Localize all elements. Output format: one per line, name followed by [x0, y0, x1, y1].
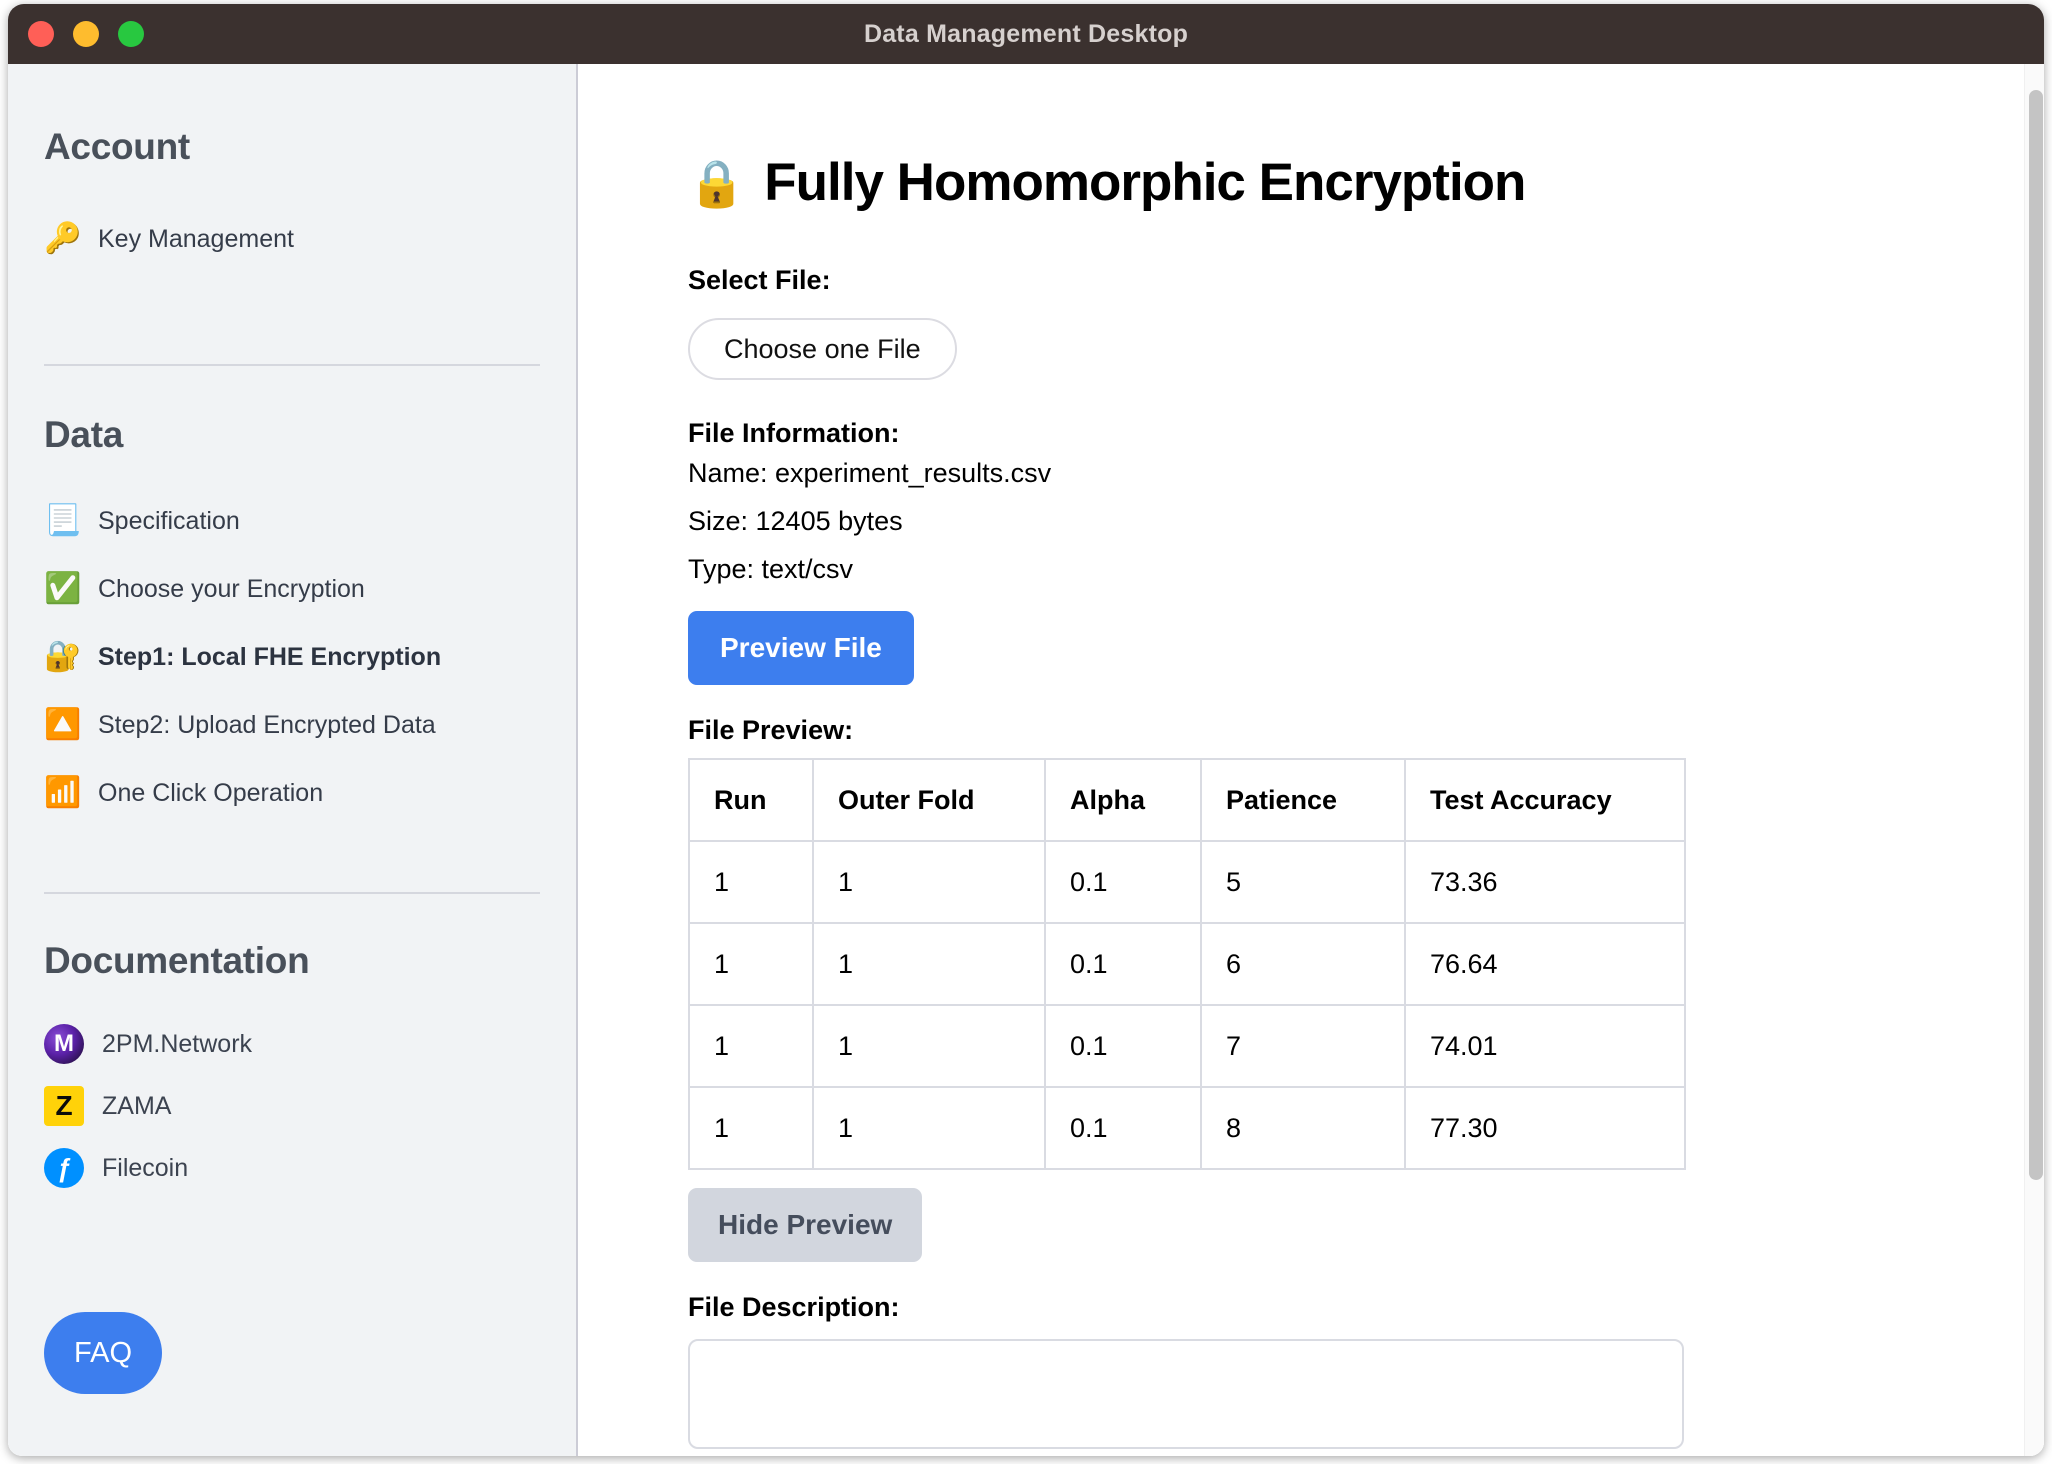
sidebar-item-step1-local-fhe-encryption[interactable]: 🔐 Step1: Local FHE Encryption	[44, 638, 540, 676]
file-preview-label: File Preview:	[688, 715, 854, 745]
cell-test-accuracy: 73.36	[1404, 840, 1686, 924]
sidebar-section-title-account: Account	[44, 126, 190, 167]
window-body: Account 🔑 Key Management Data 📃 Specific…	[8, 64, 2044, 1456]
sidebar-link-filecoin[interactable]: ƒ Filecoin	[44, 1148, 540, 1188]
key-icon: 🔑	[44, 222, 82, 255]
faq-button[interactable]: FAQ	[44, 1312, 162, 1394]
sidebar-section-title-data: Data	[44, 414, 123, 455]
2pm-network-logo-icon: M	[44, 1024, 84, 1064]
sidebar-item-step2-upload-encrypted-data[interactable]: 🔼 Step2: Upload Encrypted Data	[44, 706, 540, 744]
sidebar-link-2pm-network[interactable]: M 2PM.Network	[44, 1024, 540, 1064]
sidebar-item-label: One Click Operation	[98, 778, 324, 807]
file-type-value: Type: text/csv	[688, 554, 854, 584]
file-name-value: Name: experiment_results.csv	[688, 458, 1052, 488]
choose-file-button[interactable]: Choose one File	[688, 318, 957, 380]
window-title: Data Management Desktop	[863, 19, 1189, 48]
cell-patience: 7	[1200, 1004, 1406, 1088]
table-row: 1 1 0.1 7 74.01	[688, 1004, 1686, 1088]
desktop-background: Data Management Desktop Account 🔑 Key Ma…	[0, 0, 2052, 1464]
table-row: 1 1 0.1 6 76.64	[688, 922, 1686, 1006]
cell-run: 1	[688, 840, 814, 924]
cell-outer-fold: 1	[812, 840, 1046, 924]
cell-test-accuracy: 77.30	[1404, 1086, 1686, 1170]
file-information-label: File Information:	[688, 418, 900, 448]
sidebar-item-choose-your-encryption[interactable]: ✅ Choose your Encryption	[44, 570, 540, 608]
sidebar-item-specification[interactable]: 📃 Specification	[44, 502, 540, 540]
cell-alpha: 0.1	[1044, 840, 1202, 924]
window-titlebar: Data Management Desktop	[8, 4, 2044, 64]
file-description-input[interactable]	[688, 1339, 1684, 1449]
main-scrollbar-track[interactable]	[2024, 64, 2044, 1456]
cell-outer-fold: 1	[812, 1086, 1046, 1170]
table-row: 1 1 0.1 8 77.30	[688, 1086, 1686, 1170]
sidebar-item-label: Choose your Encryption	[98, 574, 365, 603]
sidebar: Account 🔑 Key Management Data 📃 Specific…	[8, 64, 578, 1456]
cell-run: 1	[688, 1004, 814, 1088]
file-size-value: Size: 12405 bytes	[688, 506, 903, 536]
sidebar-item-label: Step1: Local FHE Encryption	[98, 642, 442, 671]
document-icon: 📃	[44, 504, 82, 537]
sidebar-link-label: 2PM.Network	[102, 1029, 253, 1058]
file-description-label: File Description:	[688, 1292, 900, 1322]
hide-preview-button[interactable]: Hide Preview	[688, 1188, 923, 1262]
zama-logo-icon: Z	[44, 1086, 84, 1126]
cell-test-accuracy: 76.64	[1404, 922, 1686, 1006]
cell-alpha: 0.1	[1044, 1086, 1202, 1170]
column-header-run: Run	[688, 758, 814, 842]
sidebar-item-label: Key Management	[98, 224, 294, 253]
cell-outer-fold: 1	[812, 922, 1046, 1006]
table-header-row: Run Outer Fold Alpha Patience Test Accur…	[688, 758, 1686, 842]
cell-run: 1	[688, 922, 814, 1006]
upload-icon: 🔼	[44, 708, 82, 741]
maximize-window-button[interactable]	[118, 21, 144, 47]
table-row: 1 1 0.1 5 73.36	[688, 840, 1686, 924]
column-header-test-accuracy: Test Accuracy	[1404, 758, 1686, 842]
column-header-patience: Patience	[1200, 758, 1406, 842]
page-title-text: Fully Homomorphic Encryption	[764, 153, 1526, 212]
filecoin-logo-icon: ƒ	[44, 1148, 84, 1188]
check-mark-icon: ✅	[44, 572, 82, 605]
preview-file-button[interactable]: Preview File	[688, 611, 914, 685]
minimize-window-button[interactable]	[73, 21, 99, 47]
main-scrollbar-thumb[interactable]	[2029, 90, 2043, 1180]
select-file-label: Select File:	[688, 265, 831, 295]
sidebar-section-title-documentation: Documentation	[44, 940, 310, 981]
cell-outer-fold: 1	[812, 1004, 1046, 1088]
cell-patience: 6	[1200, 922, 1406, 1006]
locked-with-key-icon: 🔐	[44, 640, 82, 673]
cell-alpha: 0.1	[1044, 1004, 1202, 1088]
cell-run: 1	[688, 1086, 814, 1170]
sidebar-item-key-management[interactable]: 🔑 Key Management	[44, 220, 540, 258]
column-header-outer-fold: Outer Fold	[812, 758, 1046, 842]
cell-test-accuracy: 74.01	[1404, 1004, 1686, 1088]
sidebar-link-zama[interactable]: Z ZAMA	[44, 1086, 540, 1126]
cell-alpha: 0.1	[1044, 922, 1202, 1006]
sidebar-item-label: Step2: Upload Encrypted Data	[98, 710, 436, 739]
sidebar-item-one-click-operation[interactable]: 📶 One Click Operation	[44, 774, 540, 812]
wifi-icon: 📶	[44, 776, 82, 809]
sidebar-link-label: ZAMA	[102, 1091, 172, 1120]
file-preview-table: Run Outer Fold Alpha Patience Test Accur…	[688, 758, 1686, 1170]
app-window: Data Management Desktop Account 🔑 Key Ma…	[8, 4, 2044, 1456]
sidebar-link-label: Filecoin	[102, 1153, 189, 1182]
cell-patience: 8	[1200, 1086, 1406, 1170]
main-content: 🔒 Fully Homomorphic Encryption Select Fi…	[578, 64, 2044, 1456]
cell-patience: 5	[1200, 840, 1406, 924]
closed-lock-icon: 🔒	[688, 156, 745, 209]
main-content-area: 🔒 Fully Homomorphic Encryption Select Fi…	[578, 64, 2044, 1456]
column-header-alpha: Alpha	[1044, 758, 1202, 842]
traffic-light-group	[28, 4, 144, 64]
page-title: 🔒 Fully Homomorphic Encryption	[688, 152, 2044, 213]
sidebar-item-label: Specification	[98, 506, 240, 535]
close-window-button[interactable]	[28, 21, 54, 47]
